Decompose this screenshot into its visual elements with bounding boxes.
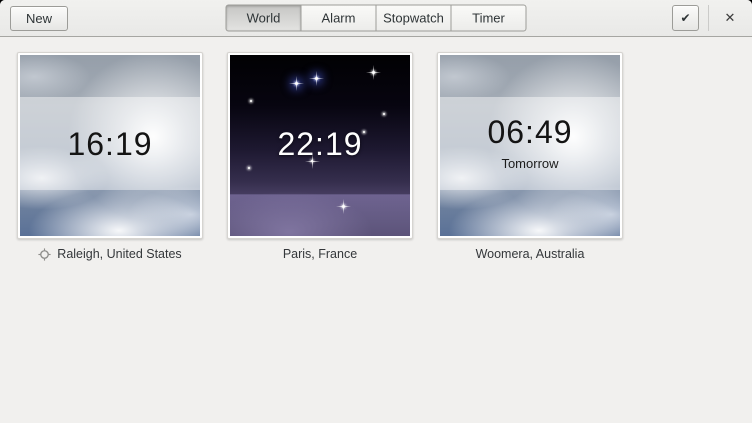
day-sky-image: 06:49 Tomorrow — [440, 55, 620, 236]
world-clock-paris: 22:19 Paris, France — [227, 52, 413, 261]
tab-world[interactable]: World — [226, 5, 302, 32]
clock-tile[interactable]: 16:19 — [17, 52, 203, 239]
world-clock-grid: 16:19 Raleigh, United States — [0, 37, 752, 276]
close-button[interactable]: ✕ — [718, 5, 742, 31]
star-icon — [372, 71, 375, 74]
clock-location-row: Woomera, Australia — [437, 247, 623, 261]
clocks-window: New World Alarm Stopwatch Timer ✔ ✕ 16:1… — [0, 0, 752, 423]
time-band: 16:19 — [20, 97, 200, 190]
tab-alarm[interactable]: Alarm — [301, 5, 377, 32]
checkmark-icon: ✔ — [680, 11, 690, 25]
star-icon — [315, 77, 318, 80]
select-button[interactable]: ✔ — [672, 5, 699, 31]
header-controls: ✔ ✕ — [672, 5, 742, 31]
time-band: 06:49 Tomorrow — [440, 97, 620, 190]
clock-location-label: Paris, France — [283, 247, 357, 261]
clock-location-label: Woomera, Australia — [476, 247, 585, 261]
tab-timer[interactable]: Timer — [451, 5, 527, 32]
clock-time: 22:19 — [277, 128, 362, 160]
clock-time: 16:19 — [67, 128, 152, 160]
header-separator — [708, 5, 709, 31]
header-bar: New World Alarm Stopwatch Timer ✔ ✕ — [0, 0, 752, 37]
day-sky-image: 16:19 — [20, 55, 200, 236]
view-switcher: World Alarm Stopwatch Timer — [226, 5, 527, 32]
time-band: 22:19 — [230, 97, 410, 190]
clock-location-row: Paris, France — [227, 247, 413, 261]
star-icon — [295, 82, 298, 85]
night-sky-image: 22:19 — [230, 55, 410, 236]
tab-stopwatch[interactable]: Stopwatch — [376, 5, 452, 32]
close-icon: ✕ — [725, 10, 736, 25]
world-clock-woomera: 06:49 Tomorrow Woomera, Australia — [437, 52, 623, 261]
clock-day-label: Tomorrow — [501, 156, 558, 171]
clock-time: 06:49 — [487, 116, 572, 148]
clock-tile[interactable]: 06:49 Tomorrow — [437, 52, 623, 239]
new-button[interactable]: New — [10, 6, 68, 31]
world-clock-raleigh: 16:19 Raleigh, United States — [17, 52, 203, 261]
clock-location-label: Raleigh, United States — [57, 247, 181, 261]
auto-location-icon — [38, 248, 51, 261]
clock-location-row: Raleigh, United States — [17, 247, 203, 261]
clock-tile[interactable]: 22:19 — [227, 52, 413, 239]
star-icon — [342, 205, 345, 208]
